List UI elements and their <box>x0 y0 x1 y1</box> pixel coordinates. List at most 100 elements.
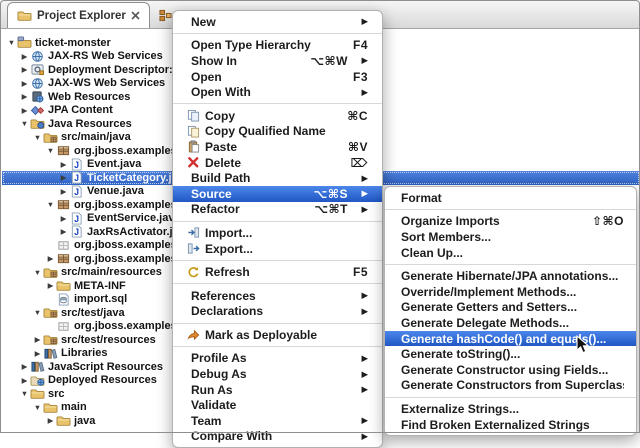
menu-item-generate-tostring[interactable]: Generate toString()... <box>385 346 636 362</box>
close-icon[interactable] <box>131 11 140 20</box>
menu-item-open-with[interactable]: Open With▶ <box>173 84 382 100</box>
collapse-arrow-icon[interactable]: ▼ <box>45 144 56 157</box>
menu-item-export[interactable]: Export... <box>173 241 382 257</box>
menu-item-label: Copy Qualified Name <box>205 124 368 138</box>
expand-arrow-icon[interactable]: ▶ <box>58 185 69 198</box>
menu-item-label: Generate Delegate Methods... <box>401 316 624 330</box>
menu-item-import[interactable]: Import... <box>173 225 382 241</box>
expand-arrow-icon[interactable]: ▶ <box>32 347 43 360</box>
expand-arrow-icon[interactable]: ▶ <box>58 158 69 171</box>
expand-arrow-icon[interactable]: ▶ <box>32 333 43 346</box>
menu-item-shortcut: ⌥⌘W <box>310 54 348 68</box>
submenu-arrow-icon: ▶ <box>357 202 368 217</box>
expand-arrow-icon[interactable]: ▶ <box>19 360 30 373</box>
tab-label: Project Explorer <box>37 10 126 22</box>
menu-item-find-broken-externalized-strings[interactable]: Find Broken Externalized Strings <box>385 417 636 433</box>
menu-item-generate-getters-and-setters[interactable]: Generate Getters and Setters... <box>385 300 636 316</box>
submenu-arrow-icon: ▶ <box>357 413 368 428</box>
menu-item-team[interactable]: Team ▶ <box>173 413 382 429</box>
menu-item-copy[interactable]: Copy⌘C <box>173 108 382 124</box>
menu-item-label: Build Path <box>191 171 348 185</box>
expand-arrow-icon[interactable]: ▶ <box>19 374 30 387</box>
menu-item-build-path[interactable]: Build Path▶ <box>173 170 382 186</box>
javafile-icon: J <box>69 158 84 171</box>
menu-item-generate-delegate-methods[interactable]: Generate Delegate Methods... <box>385 315 636 331</box>
menu-item-run-as[interactable]: Run As▶ <box>173 382 382 398</box>
menu-item-refactor[interactable]: Refactor⌥⌘T▶ <box>173 202 382 218</box>
expand-arrow-icon[interactable]: ▶ <box>19 50 30 63</box>
tree-item-label: Web Resources <box>48 91 134 103</box>
menu-item-format[interactable]: Format <box>385 190 636 206</box>
menu-separator <box>385 260 636 268</box>
menu-item-clean-up[interactable]: Clean Up... <box>385 245 636 261</box>
menu-item-open-type-hierarchy[interactable]: Open Type HierarchyF4 <box>173 38 382 54</box>
svg-text:J: J <box>74 214 79 224</box>
webservice-icon <box>30 50 45 63</box>
menu-item-debug-as[interactable]: Debug As▶ <box>173 366 382 382</box>
expand-arrow-icon[interactable]: ▶ <box>45 252 56 265</box>
tree-item-label: JAX-WS Web Services <box>48 77 169 89</box>
expand-arrow-icon[interactable]: ▶ <box>19 104 30 117</box>
menu-item-label: Sort Members... <box>401 230 624 244</box>
menu-item-label: Find Broken Externalized Strings <box>401 418 624 432</box>
menu-item-label: New <box>191 15 348 29</box>
menu-item-delete[interactable]: Delete⌦ <box>173 155 382 171</box>
menu-item-sort-members[interactable]: Sort Members... <box>385 229 636 245</box>
collapse-arrow-icon[interactable]: ▼ <box>32 266 43 279</box>
menu-item-externalize-strings[interactable]: Externalize Strings... <box>385 401 636 417</box>
collapse-arrow-icon[interactable]: ▼ <box>32 306 43 319</box>
menu-item-show-in[interactable]: Show In⌥⌘W▶ <box>173 53 382 69</box>
menu-item-compare-with[interactable]: Compare With▶ <box>173 429 382 445</box>
tree-item-label: src/test/resources <box>61 334 160 346</box>
menu-item-paste[interactable]: Paste⌘V <box>173 139 382 155</box>
tree-item-label: main <box>61 401 91 413</box>
submenu-arrow-icon: ▶ <box>357 85 368 100</box>
menu-item-mark-as-deployable[interactable]: Mark as Deployable <box>173 327 382 343</box>
collapse-arrow-icon[interactable]: ▼ <box>19 117 30 130</box>
collapse-arrow-icon[interactable]: ▼ <box>32 131 43 144</box>
menu-item-profile-as[interactable]: Profile As▶ <box>173 351 382 367</box>
svg-text:J: J <box>74 160 79 170</box>
expand-arrow-icon[interactable]: ▶ <box>58 225 69 238</box>
menu-item-label: Open <box>191 70 341 84</box>
menu-item-generate-hibernate-jpa-annotations[interactable]: Generate Hibernate/JPA annotations... <box>385 268 636 284</box>
package-icon <box>56 252 71 265</box>
submenu-arrow-icon: ▶ <box>357 14 368 29</box>
tree-item-label: ticket-monster <box>35 37 115 49</box>
menu-item-label: Team <box>191 414 348 428</box>
menu-item-organize-imports[interactable]: Organize Imports⇧⌘O <box>385 214 636 230</box>
collapse-arrow-icon[interactable]: ▼ <box>19 387 30 400</box>
menu-item-validate[interactable]: Validate <box>173 397 382 413</box>
menu-item-label: Mark as Deployable <box>205 328 368 342</box>
menu-item-shortcut: F4 <box>353 38 368 52</box>
menu-item-generate-hashcode-and-equals[interactable]: Generate hashCode() and equals()... <box>385 331 636 347</box>
menu-item-declarations[interactable]: Declarations▶ <box>173 304 382 320</box>
menu-item-copy-qualified-name[interactable]: Copy Qualified Name <box>173 124 382 140</box>
tab-project-explorer[interactable]: Project Explorer <box>7 2 150 28</box>
expand-arrow-icon[interactable]: ▶ <box>19 77 30 90</box>
menu-item-source[interactable]: Source⌥⌘S▶ <box>173 186 382 202</box>
menu-item-label: Run As <box>191 383 348 397</box>
export-icon <box>187 242 201 255</box>
expand-arrow-icon[interactable]: ▶ <box>58 171 69 184</box>
collapse-arrow-icon[interactable]: ▼ <box>45 198 56 211</box>
tree-item-label: import.sql <box>74 293 131 305</box>
collapse-arrow-icon[interactable]: ▼ <box>32 401 43 414</box>
menu-item-generate-constructors-from-superclass[interactable]: Generate Constructors from Superclass... <box>385 378 636 394</box>
menu-item-new[interactable]: New ▶ <box>173 14 382 30</box>
expand-arrow-icon[interactable]: ▶ <box>58 212 69 225</box>
tree-item-label: src <box>48 388 69 400</box>
expand-arrow-icon[interactable]: ▶ <box>19 63 30 76</box>
expand-arrow-icon[interactable]: ▶ <box>19 90 30 103</box>
collapse-arrow-icon[interactable]: ▼ <box>6 36 17 49</box>
menu-item-override-implement-methods[interactable]: Override/Implement Methods... <box>385 284 636 300</box>
menu-item-generate-constructor-using-fields[interactable]: Generate Constructor using Fields... <box>385 362 636 378</box>
webservice-icon <box>30 77 45 90</box>
menu-item-refresh[interactable]: RefreshF5 <box>173 264 382 280</box>
menu-item-open[interactable]: OpenF3 <box>173 69 382 85</box>
javafile-icon: J <box>69 185 84 198</box>
menu-separator <box>173 217 382 225</box>
expand-arrow-icon[interactable]: ▶ <box>45 279 56 292</box>
expand-arrow-icon[interactable]: ▶ <box>45 414 56 427</box>
menu-item-references[interactable]: References▶ <box>173 288 382 304</box>
